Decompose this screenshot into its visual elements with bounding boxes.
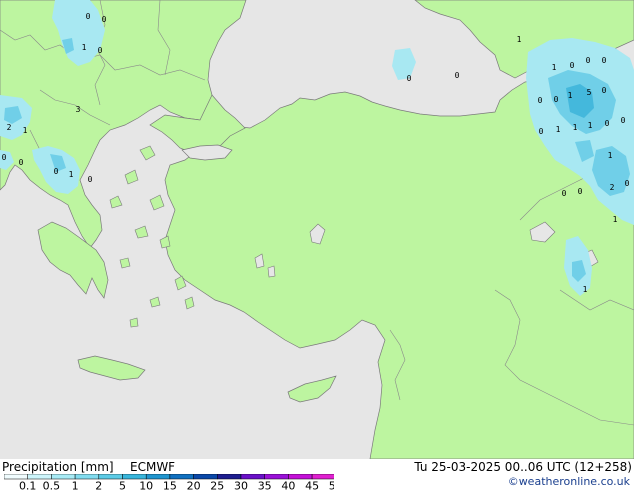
point-label: 0 — [578, 187, 583, 196]
point-label: 1 — [23, 126, 28, 135]
scale-label: 40 — [281, 480, 295, 490]
point-label: 1 — [552, 63, 557, 72]
point-label: 2 — [610, 183, 615, 192]
scale-label: 1 — [72, 480, 79, 490]
point-label: 0 — [538, 96, 543, 105]
point-label: 1 — [517, 35, 522, 44]
scale-label: 2 — [95, 480, 102, 490]
point-label: 1 — [556, 125, 561, 134]
scale-cell — [27, 474, 52, 480]
point-label: 0 — [54, 167, 59, 176]
point-label: 1 — [573, 123, 578, 132]
scale-cell — [217, 474, 242, 480]
scale-label: 35 — [258, 480, 272, 490]
scale-cell — [74, 474, 100, 480]
point-label: 0 — [621, 116, 626, 125]
scale-label: 10 — [139, 480, 153, 490]
scale-label: 50 — [329, 480, 334, 490]
scale-cell — [169, 474, 194, 480]
point-label: 3 — [76, 105, 81, 114]
scale-cell — [264, 474, 289, 480]
point-label: 1 — [613, 215, 618, 224]
scale-label: 0.1 — [19, 480, 37, 490]
point-label: 0 — [586, 56, 591, 65]
scale-label: 25 — [210, 480, 224, 490]
precipitation-map: 0010321001000011000005100111001200011 — [0, 0, 634, 459]
point-label: 2 — [7, 123, 12, 132]
scale-label: 45 — [305, 480, 319, 490]
scale-label: 15 — [163, 480, 177, 490]
scale-label: 0.5 — [43, 480, 61, 490]
point-label: 1 — [69, 170, 74, 179]
scale-cell — [4, 474, 28, 480]
point-label: 0 — [2, 153, 7, 162]
point-label: 0 — [625, 179, 630, 188]
scale-cell — [288, 474, 313, 480]
point-label: 1 — [608, 151, 613, 160]
model-name: ECMWF — [130, 460, 176, 474]
scale-cell — [51, 474, 76, 480]
point-label: 1 — [583, 285, 588, 294]
point-label: 0 — [102, 15, 107, 24]
scale-cell — [98, 474, 123, 480]
point-label: 0 — [570, 61, 575, 70]
point-label: 0 — [602, 86, 607, 95]
point-label: 0 — [19, 158, 24, 167]
scale-cell — [122, 474, 147, 480]
point-label: 0 — [88, 175, 93, 184]
scale-label: 30 — [234, 480, 248, 490]
legend-footer: Precipitation [mm] ECMWF Tu 25-03-2025 0… — [0, 459, 634, 490]
precipitation-scale: 0.10.5125101520253035404550 — [4, 474, 334, 490]
scale-label: 20 — [187, 480, 201, 490]
scale-cell — [145, 474, 171, 480]
point-label: 0 — [605, 119, 610, 128]
point-label: 0 — [86, 12, 91, 21]
credit-link[interactable]: ©weatheronline.co.uk — [508, 475, 630, 488]
scale-cell — [193, 474, 218, 480]
point-label: 0 — [554, 95, 559, 104]
point-label: 0 — [562, 189, 567, 198]
scale-cell — [240, 474, 265, 480]
point-label: 0 — [407, 74, 412, 83]
point-label: 0 — [602, 56, 607, 65]
point-label: 1 — [568, 91, 573, 100]
legend-title: Precipitation [mm] — [2, 460, 114, 474]
point-label: 5 — [587, 88, 592, 97]
scale-cell — [311, 474, 334, 480]
point-label: 0 — [455, 71, 460, 80]
point-label: 1 — [588, 121, 593, 130]
point-label: 0 — [98, 46, 103, 55]
validity-time: Tu 25-03-2025 00..06 UTC (12+258) — [414, 460, 632, 474]
scale-label: 5 — [119, 480, 126, 490]
point-label: 0 — [539, 127, 544, 136]
point-label: 1 — [82, 43, 87, 52]
